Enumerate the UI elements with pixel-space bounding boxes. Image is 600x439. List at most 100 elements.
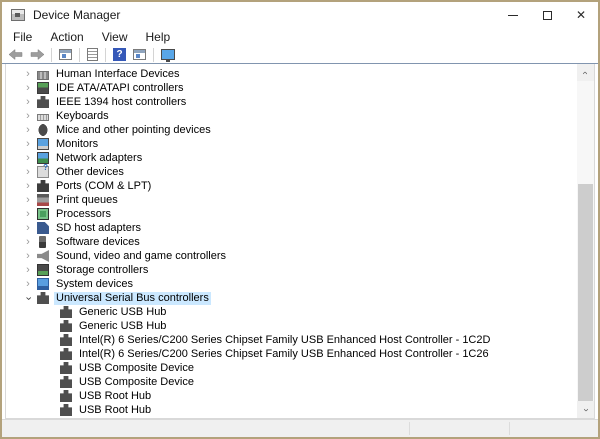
tree-item[interactable]: Intel(R) 6 Series/C200 Series Chipset Fa… <box>6 333 577 347</box>
chevron-up-icon: › <box>579 70 591 75</box>
chevron-right-icon[interactable]: › <box>22 236 34 248</box>
tree-item[interactable]: › Monitors <box>6 137 577 151</box>
toolbar-separator <box>79 47 80 62</box>
tree-item[interactable]: › System devices <box>6 277 577 291</box>
serial-port-icon <box>37 180 49 192</box>
close-button[interactable]: ✕ <box>564 2 598 28</box>
chevron-down-icon[interactable]: › <box>23 292 35 304</box>
tree-item[interactable]: › IDE ATA/ATAPI controllers <box>6 81 577 95</box>
tree-item[interactable]: Generic USB Hub <box>6 305 577 319</box>
scroll-up-button[interactable]: › <box>577 64 594 81</box>
chevron-right-icon[interactable]: › <box>22 110 34 122</box>
tree-item[interactable]: › Software devices <box>6 235 577 249</box>
status-bar <box>2 419 598 437</box>
menu-view[interactable]: View <box>93 30 137 44</box>
tree-item-label: Generic USB Hub <box>79 319 167 332</box>
tree-item-label: System devices <box>56 277 134 290</box>
tree-item-label: SD host adapters <box>56 221 141 234</box>
ieee1394-icon <box>37 96 49 108</box>
statusbar-separator <box>409 422 410 435</box>
tree-item[interactable]: › Sound, video and game controllers <box>6 249 577 263</box>
tree-item[interactable]: › Universal Serial Bus controllers <box>6 291 577 305</box>
action-pane-icon <box>133 49 146 60</box>
tree-item-label: Human Interface Devices <box>56 67 180 80</box>
vertical-scrollbar[interactable]: › › <box>577 64 594 418</box>
close-icon: ✕ <box>575 8 587 22</box>
tree-item[interactable]: Generic USB Hub <box>6 319 577 333</box>
window-title: Device Manager <box>33 8 121 22</box>
forward-button[interactable] <box>28 47 46 63</box>
console-tree-button[interactable] <box>57 47 74 63</box>
tree-item[interactable]: › Storage controllers <box>6 263 577 277</box>
tree-item[interactable]: › SD host adapters <box>6 221 577 235</box>
device-manager-window: Device Manager ✕ File Action View Help ?… <box>0 0 600 439</box>
tree-item-label: Software devices <box>56 235 140 248</box>
chevron-right-icon[interactable]: › <box>22 96 34 108</box>
tree-item-label: USB Composite Device <box>79 361 194 374</box>
chevron-right-icon[interactable]: › <box>22 152 34 164</box>
tree-item[interactable]: › Ports (COM & LPT) <box>6 179 577 193</box>
tree-item-label: IDE ATA/ATAPI controllers <box>56 81 184 94</box>
tree-item[interactable]: › Other devices <box>6 163 577 179</box>
toolbar-separator <box>105 47 106 62</box>
tree-item-label: Network adapters <box>56 151 143 164</box>
tree-item[interactable]: USB Root Hub <box>6 389 577 403</box>
menu-action[interactable]: Action <box>41 30 92 44</box>
chevron-right-icon[interactable]: › <box>22 124 34 136</box>
menu-bar: File Action View Help <box>2 28 598 46</box>
scan-hardware-changes-button[interactable] <box>159 47 177 63</box>
usb-icon <box>60 348 72 360</box>
tree-item[interactable]: USB Composite Device <box>6 375 577 389</box>
tree-item[interactable]: › Human Interface Devices <box>6 67 577 81</box>
menu-file[interactable]: File <box>4 30 41 44</box>
tree-item[interactable]: › Network adapters <box>6 151 577 165</box>
chevron-right-icon[interactable]: › <box>22 222 34 234</box>
system-icon <box>37 278 49 290</box>
tree-item[interactable]: Intel(R) 6 Series/C200 Series Chipset Fa… <box>6 347 577 361</box>
usb-icon <box>60 320 72 332</box>
toolbar-separator <box>153 47 154 62</box>
monitor-icon <box>161 49 175 62</box>
tree-item[interactable]: USB Composite Device <box>6 361 577 375</box>
scrollbar-thumb[interactable] <box>578 184 593 401</box>
back-button[interactable] <box>7 47 25 63</box>
chevron-right-icon[interactable]: › <box>22 166 34 178</box>
tree-item-label: Sound, video and game controllers <box>56 249 226 262</box>
chevron-right-icon[interactable]: › <box>22 264 34 276</box>
maximize-button[interactable] <box>530 2 564 28</box>
chevron-right-icon[interactable]: › <box>22 82 34 94</box>
tree-item-label: USB Root Hub <box>79 389 152 402</box>
menu-help[interactable]: Help <box>137 30 180 44</box>
tree-item[interactable]: › Processors <box>6 207 577 221</box>
tree-item[interactable]: › Print queues <box>6 193 577 207</box>
scroll-down-button[interactable]: › <box>577 401 594 418</box>
chevron-right-icon[interactable]: › <box>22 250 34 262</box>
chevron-right-icon[interactable]: › <box>22 180 34 192</box>
ide-icon <box>37 82 49 94</box>
scrollbar-track[interactable] <box>577 81 594 401</box>
title-bar: Device Manager ✕ <box>2 2 598 28</box>
main-content: › Human Interface Devices › IDE ATA/ATAPI c… <box>5 64 595 419</box>
tree-item[interactable]: › Keyboards <box>6 109 577 123</box>
maximize-icon <box>542 10 552 20</box>
tree-item-label: USB Composite Device <box>79 375 194 388</box>
tree-item-label: Universal Serial Bus controllers <box>54 291 211 305</box>
tree-item[interactable]: › IEEE 1394 host controllers <box>6 95 577 109</box>
action-pane-button[interactable] <box>131 47 148 63</box>
sd-card-icon <box>37 222 49 234</box>
tree-item-label: Keyboards <box>56 109 109 122</box>
usb-icon <box>60 404 72 416</box>
tree-item-label: Print queues <box>56 193 118 206</box>
tree-item[interactable]: › Mice and other pointing devices <box>6 123 577 137</box>
chevron-right-icon[interactable]: › <box>22 208 34 220</box>
tree-item[interactable]: USB Root Hub <box>6 403 577 417</box>
device-manager-app-icon <box>11 9 25 21</box>
monitor-icon <box>37 138 49 150</box>
chevron-right-icon[interactable]: › <box>22 138 34 150</box>
minimize-button[interactable] <box>496 2 530 28</box>
properties-button[interactable] <box>85 47 100 63</box>
chevron-right-icon[interactable]: › <box>22 68 34 80</box>
chevron-right-icon[interactable]: › <box>22 278 34 290</box>
chevron-right-icon[interactable]: › <box>22 194 34 206</box>
help-button[interactable]: ? <box>111 47 128 63</box>
